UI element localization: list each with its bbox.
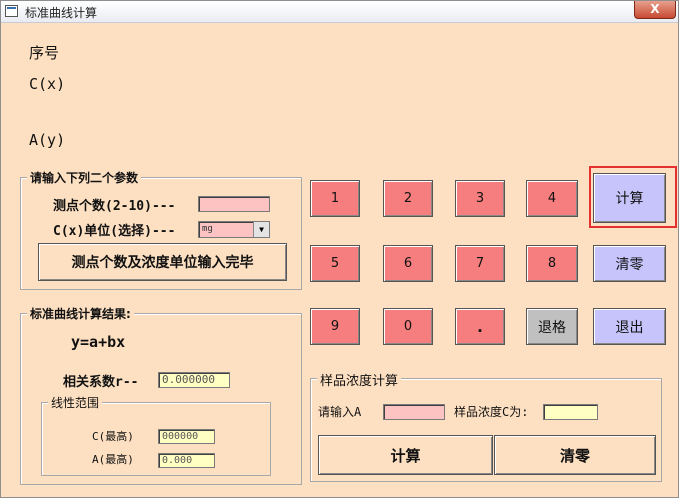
r-value-field: 0.000000 xyxy=(158,372,230,388)
close-button[interactable]: X xyxy=(634,1,676,19)
point-count-label: 测点个数(2-10)--- xyxy=(53,199,176,214)
key-2-button[interactable]: 2 xyxy=(383,180,433,217)
key-3-button[interactable]: 3 xyxy=(455,180,505,217)
c-max-label: C(最高) xyxy=(92,430,134,443)
unit-selected-value: mg xyxy=(202,224,213,234)
linear-range-title: 线性范围 xyxy=(48,394,103,411)
result-group-title: 标准曲线计算结果: xyxy=(27,305,134,322)
main-window: 标准曲线计算 X 序号 C(x) A(y) 请输入下列二个参数 测点个数(2-1… xyxy=(0,0,679,498)
title-bar: 标准曲线计算 X xyxy=(1,1,678,23)
formula-text: y=a+bx xyxy=(71,333,126,351)
key-1-button[interactable]: 1 xyxy=(310,180,360,217)
sample-clear-button[interactable]: 清零 xyxy=(494,435,656,475)
sample-calc-button[interactable]: 计算 xyxy=(318,435,493,475)
sample-group-title: 样品浓度计算 xyxy=(317,370,402,389)
c-max-field: 000000 xyxy=(158,429,215,444)
sample-conc-label: 样品浓度C为: xyxy=(454,405,529,419)
point-count-input[interactable] xyxy=(198,196,270,212)
app-icon xyxy=(5,5,18,17)
ay-label: A(y) xyxy=(29,131,66,149)
unit-label: C(x)单位(选择)--- xyxy=(53,224,176,239)
chevron-down-icon[interactable]: ▼ xyxy=(253,222,269,237)
serial-label: 序号 xyxy=(29,44,60,62)
key-0-button[interactable]: 0 xyxy=(383,308,433,345)
clear-button[interactable]: 清零 xyxy=(593,245,666,282)
key-6-button[interactable]: 6 xyxy=(383,245,433,282)
linear-range-group: 线性范围 C(最高) 000000 A(最高) 0.000 xyxy=(41,394,271,476)
cx-label: C(x) xyxy=(29,75,66,93)
key-5-button[interactable]: 5 xyxy=(310,245,360,282)
key-9-button[interactable]: 9 xyxy=(310,308,360,345)
key-8-button[interactable]: 8 xyxy=(526,245,578,282)
key-7-button[interactable]: 7 xyxy=(455,245,505,282)
highlight-box xyxy=(589,166,677,228)
key-4-button[interactable]: 4 xyxy=(526,180,578,217)
sample-a-input[interactable] xyxy=(383,404,445,420)
a-max-label: A(最高) xyxy=(92,453,134,466)
result-group: 标准曲线计算结果: y=a+bx 相关系数r-- 0.000000 线性范围 C… xyxy=(20,305,302,485)
sample-conc-field xyxy=(543,404,598,420)
sample-input-label: 请输入A xyxy=(318,405,362,419)
unit-select[interactable]: mg ▼ xyxy=(198,221,270,238)
r-label: 相关系数r-- xyxy=(63,375,139,390)
params-group-title: 请输入下列二个参数 xyxy=(27,169,142,186)
a-max-field: 0.000 xyxy=(158,453,215,468)
sample-group: 样品浓度计算 请输入A 样品浓度C为: 计算 清零 xyxy=(310,370,662,482)
window-title: 标准曲线计算 xyxy=(25,6,98,20)
backspace-button[interactable]: 退格 xyxy=(526,308,578,345)
exit-button[interactable]: 退出 xyxy=(593,308,666,345)
key-dot-button[interactable]: . xyxy=(455,308,505,345)
confirm-params-button[interactable]: 测点个数及浓度单位输入完毕 xyxy=(38,243,287,281)
params-group: 请输入下列二个参数 测点个数(2-10)--- C(x)单位(选择)--- mg… xyxy=(20,169,302,290)
